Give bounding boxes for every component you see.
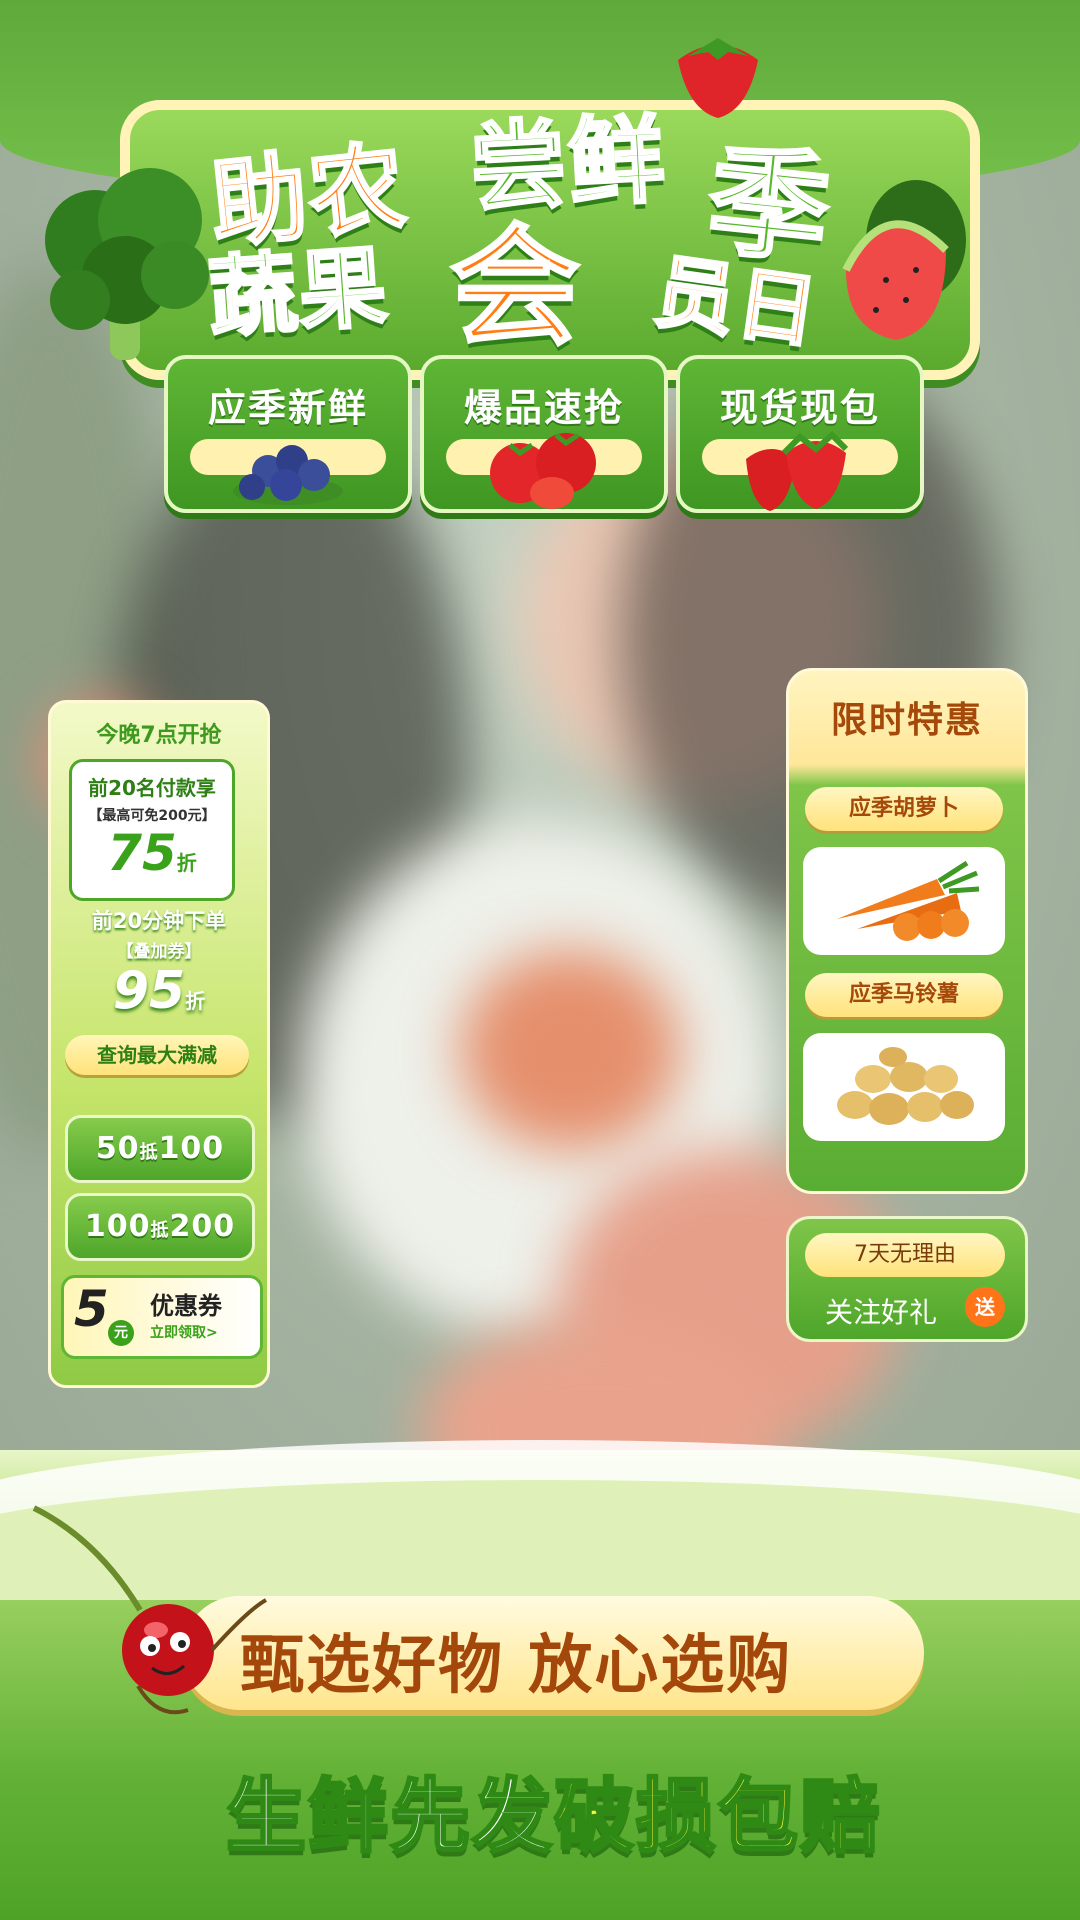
promo-line3: 【叠加券】 (116, 942, 202, 962)
limited-offer-panel: 限时特惠 应季胡萝卜 应季马铃薯 (786, 668, 1028, 1194)
item-potato-label[interactable]: 应季马铃薯 (805, 973, 1003, 1017)
tag-card-hot[interactable]: 爆品速抢 (420, 355, 668, 513)
watermelon-icon (842, 180, 966, 340)
limited-offer-title: 限时特惠 (830, 700, 983, 741)
tag-label: 应季新鲜 (207, 386, 368, 430)
promo-panel: 今晚7点开抢 前20名付款享 【最高可免200元】 75折 前20分钟下单 【叠… (48, 700, 270, 1388)
coupon-card[interactable]: 5 元 优惠券 立即领取> (61, 1275, 263, 1359)
tomato-icon (490, 432, 596, 509)
quality-banner-text: 甄选好物 放心选购 (240, 1629, 793, 1703)
item-carrot-label[interactable]: 应季胡萝卜 (805, 787, 1003, 831)
broccoli-icon (45, 168, 209, 360)
poster: 助农 尝鲜 季 蔬果 会 员日 应季新鲜 爆品速抢 现货现包 今晚7点开抢 前2… (0, 0, 1080, 1920)
tag-card-stock[interactable]: 现货现包 (676, 355, 924, 513)
strawberry-icon (746, 430, 849, 511)
cherry-mascot-icon (32, 1505, 268, 1715)
return-policy-pill: 7天无理由 (805, 1233, 1005, 1277)
slogan-damage-guarantee: 破损包赔 (553, 1769, 882, 1865)
header-word-yuanri: 员日 (648, 243, 826, 361)
slogan-fresh-first: 生鲜先发 (225, 1769, 554, 1865)
header-word-shuguo: 蔬果 (204, 233, 394, 351)
deal-100-200[interactable]: 100抵200 (65, 1193, 255, 1261)
discount2-value: 95折 (112, 961, 206, 1021)
promo-headline: 今晚7点开抢 (96, 723, 222, 748)
deal-50-100[interactable]: 50抵100 (65, 1115, 255, 1183)
strawberry-icon (678, 38, 758, 118)
coupon-value: 5 (74, 1280, 109, 1338)
blueberry-icon (233, 445, 343, 505)
discount-box: 前20名付款享 【最高可免200元】 75折 (69, 759, 235, 901)
carrot-icon (837, 860, 980, 941)
coupon-unit: 元 (108, 1320, 134, 1346)
header-word-hui: 会 (448, 210, 583, 365)
item-potato-image[interactable] (803, 1033, 1005, 1141)
coupon-claim-link[interactable]: 立即领取> (150, 1322, 218, 1342)
discount-condition: 前20名付款享 (88, 776, 216, 800)
gift-badge: 送 (965, 1287, 1005, 1327)
coupon-title: 优惠券 (150, 1292, 222, 1320)
potato-icon (837, 1047, 974, 1125)
item-carrot-image[interactable] (803, 847, 1005, 955)
tag-card-fresh[interactable]: 应季新鲜 (164, 355, 412, 513)
discount-value: 75折 (107, 824, 197, 882)
follow-gift-text: 关注好礼 (825, 1296, 938, 1329)
query-max-discount-button[interactable]: 查询最大满减 (65, 1035, 249, 1075)
promo-line2: 前20分钟下单 (91, 909, 227, 933)
tag-label: 爆品速抢 (463, 386, 624, 430)
discount-note: 【最高可免200元】 (88, 808, 216, 824)
follow-panel[interactable]: 7天无理由 关注好礼 送 (786, 1216, 1028, 1342)
slogan: 生鲜先发破损包赔 (225, 1752, 882, 1868)
